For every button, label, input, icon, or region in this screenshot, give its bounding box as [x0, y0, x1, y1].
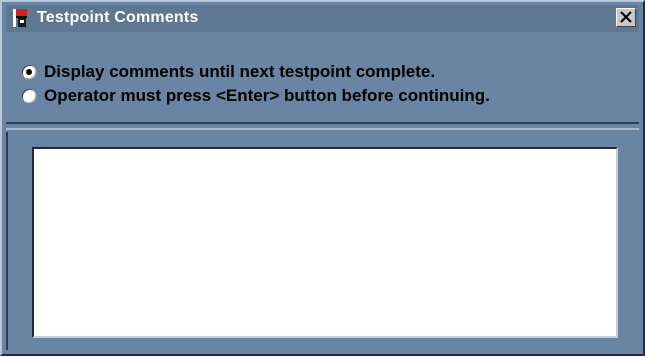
- divider: [6, 128, 639, 130]
- testpoint-app-icon: [12, 8, 30, 28]
- window-title: Testpoint Comments: [37, 9, 199, 26]
- comments-text-area[interactable]: [32, 147, 618, 338]
- option-label: Display comments until next testpoint co…: [44, 62, 436, 81]
- radio-selected-dot: [26, 69, 32, 75]
- radio-press-enter[interactable]: [22, 89, 36, 103]
- close-button[interactable]: [616, 8, 636, 27]
- testpoint-comments-window: Testpoint Comments Display comments unti…: [0, 0, 645, 356]
- option-label: Operator must press <Enter> button befor…: [44, 86, 490, 105]
- title-bar[interactable]: Testpoint Comments: [6, 5, 639, 32]
- display-options-panel: Display comments until next testpoint co…: [6, 42, 639, 124]
- radio-display-until-next[interactable]: [22, 65, 36, 79]
